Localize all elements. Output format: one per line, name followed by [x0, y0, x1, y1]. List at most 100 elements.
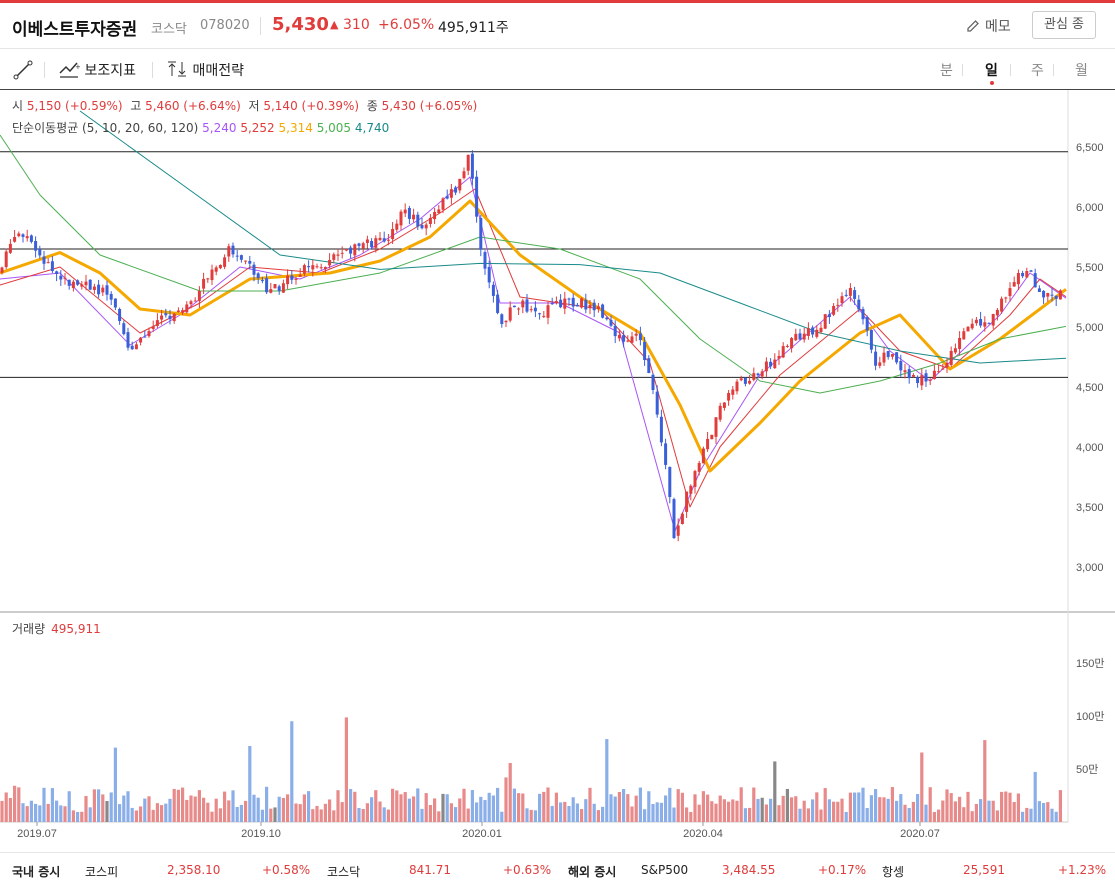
period-day[interactable]: 일 [985, 60, 998, 80]
hangseng-label[interactable]: 항셍 [882, 863, 904, 880]
volume-bar [601, 806, 605, 822]
volume-bar [710, 801, 714, 822]
candle-body [273, 284, 277, 289]
kospi-label[interactable]: 코스피 [85, 863, 118, 880]
volume-bar [428, 805, 432, 822]
volume-bar [521, 793, 525, 822]
candle-body [483, 252, 487, 269]
volume-bar [76, 811, 80, 822]
candle-body [294, 278, 298, 280]
candle-body [983, 322, 987, 327]
volume-bar [21, 803, 25, 822]
period-divider [962, 64, 963, 76]
candle-body [525, 299, 529, 312]
candle-body [218, 264, 222, 269]
volume-bar [848, 792, 852, 822]
period-month[interactable]: 월 [1075, 60, 1088, 80]
strategy-button[interactable]: 매매전략 [166, 59, 244, 80]
candle-body [311, 265, 315, 270]
candle-body [206, 278, 210, 280]
candle-body [302, 265, 306, 274]
candle-body [1012, 282, 1016, 287]
candle-body [550, 303, 554, 305]
volume-bar [945, 789, 949, 822]
candle-body [260, 280, 264, 282]
indicator-button[interactable]: + 보조지표 [58, 59, 136, 80]
draw-tool-button[interactable] [12, 59, 34, 81]
volume-bar [613, 796, 617, 822]
period-divider [1053, 64, 1054, 76]
volume-bar [865, 808, 869, 822]
volume-bar [286, 794, 290, 822]
volume-bar [399, 794, 403, 822]
svg-text:+: + [75, 63, 80, 71]
price-chart[interactable]: 6,500 6,000 5,500 5,000 4,500 4,000 3,500 3,000… [0, 90, 1115, 840]
candle-body [181, 310, 185, 313]
volume-bar [953, 801, 957, 822]
candle-body [903, 370, 907, 373]
candle-body [630, 336, 634, 343]
memo-button[interactable]: 메모 [965, 16, 1011, 36]
candle-body [55, 271, 59, 274]
candle-body [1004, 297, 1008, 299]
indicator-icon: + [59, 62, 81, 78]
candle-body [332, 254, 336, 260]
volume-bar [8, 797, 12, 822]
volume-bar [176, 789, 180, 822]
sp500-change: +0.17% [818, 863, 867, 877]
candle-body [563, 298, 567, 309]
candle-body [34, 241, 38, 251]
volume-bar [672, 807, 676, 822]
volume-bar [378, 801, 382, 822]
high-label: 고 [130, 99, 142, 113]
volume-bar [920, 752, 924, 822]
low-value: 5,140 (+0.39%) [263, 99, 360, 113]
favorite-button[interactable]: 관심 종 [1032, 11, 1096, 39]
volume-bar [836, 801, 840, 822]
chart-toolbar: + 보조지표 매매전략 분 일 주 월 [0, 50, 1115, 90]
volume-bar [592, 803, 596, 822]
candle-body [248, 260, 252, 264]
candle-body [987, 323, 991, 325]
kosdaq-label[interactable]: 코스닥 [327, 863, 360, 880]
volume-bar [546, 787, 550, 822]
change-rate: +6.05% [378, 17, 435, 33]
volume-bar [223, 791, 227, 822]
candle-body [878, 362, 882, 366]
volume-bar [743, 808, 747, 822]
volume-bar [349, 789, 353, 822]
volume-bar [134, 810, 138, 822]
volume-bar [1000, 791, 1004, 822]
period-week[interactable]: 주 [1031, 60, 1044, 80]
candle-body [76, 280, 80, 285]
candle-body [281, 283, 285, 293]
candle-body [63, 277, 67, 279]
candle-body [462, 171, 466, 179]
volume-bar [542, 791, 546, 822]
candle-body [1021, 272, 1025, 277]
candle-body [344, 248, 348, 251]
x-tick-label: 2020.07 [900, 828, 940, 840]
candle-body [101, 287, 105, 293]
candle-body [937, 371, 941, 373]
candle-body [542, 315, 546, 317]
volume-bar [781, 795, 785, 822]
volume-bar [412, 796, 416, 822]
sp500-label[interactable]: S&P500 [641, 863, 688, 877]
stock-header: 이베스트투자증권 코스닥 078020 5,430 ▲ 310 +6.05% 4… [0, 3, 1115, 49]
volume-bar [647, 791, 651, 822]
period-minute[interactable]: 분 [940, 60, 953, 80]
volume-bar [714, 803, 718, 822]
candle-body [479, 218, 483, 250]
volume-bar [294, 803, 298, 822]
volume-bar [168, 798, 172, 822]
volume-bar [265, 786, 269, 822]
candle-body [832, 305, 836, 315]
ma-line-5 [0, 176, 1067, 532]
volume-bar [206, 802, 210, 822]
current-price: 5,430 [272, 14, 329, 35]
candle-body [21, 234, 25, 237]
candle-body [714, 417, 718, 437]
candle-body [949, 350, 953, 365]
candle-body [584, 299, 588, 310]
